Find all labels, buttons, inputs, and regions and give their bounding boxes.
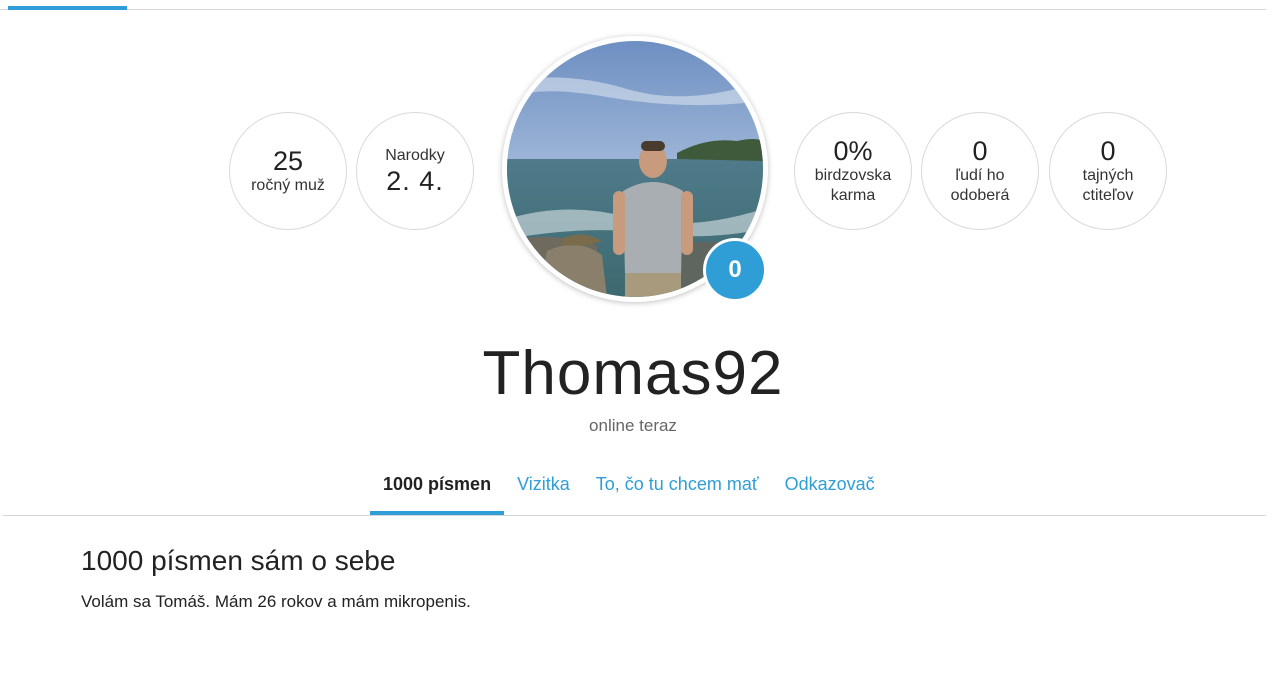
section-title: 1000 písmen sám o sebe — [81, 545, 396, 576]
stat-age-value: 25 — [272, 146, 304, 176]
stat-karma-label: birdzovska karma — [814, 167, 892, 204]
tab-1000-pismen[interactable]: 1000 písmen — [370, 468, 505, 515]
notification-badge[interactable]: 0 — [703, 238, 767, 302]
stat-karma-value: 0% — [833, 136, 873, 166]
profile-username: Thomas92 — [482, 339, 784, 408]
tabs-divider — [3, 515, 1266, 516]
profile-page: 25 ročný muž Narodky 2. 4. 0 0% birdzovs… — [0, 0, 1280, 684]
stat-followers-label: ľudí ho odoberá — [950, 167, 1010, 204]
tab-odkazovac[interactable]: Odkazovač — [772, 468, 888, 515]
top-divider — [0, 9, 1266, 10]
online-status: online teraz — [589, 416, 677, 435]
stat-birthday: Narodky 2. 4. — [356, 112, 474, 230]
stat-followers[interactable]: 0 ľudí ho odoberá — [921, 112, 1039, 230]
tab-to-co-tu-chcem-mat[interactable]: To, čo tu chcem mať — [583, 468, 772, 515]
stat-admirers-value: 0 — [1100, 136, 1116, 166]
stat-followers-value: 0 — [972, 136, 988, 166]
stat-birthday-label: Narodky — [385, 147, 445, 164]
profile-tabs: 1000 písmen Vizitka To, čo tu chcem mať … — [370, 468, 888, 515]
stat-admirers[interactable]: 0 tajných ctiteľov — [1049, 112, 1167, 230]
top-active-indicator — [8, 6, 127, 10]
stat-karma: 0% birdzovska karma — [794, 112, 912, 230]
stat-birthday-value: 2. 4. — [386, 166, 444, 196]
stat-age: 25 ročný muž — [229, 112, 347, 230]
section-text: Volám sa Tomáš. Mám 26 rokov a mám mikro… — [81, 592, 471, 611]
stat-age-label: ročný muž — [251, 177, 325, 194]
tab-vizitka[interactable]: Vizitka — [504, 468, 583, 515]
stat-admirers-label: tajných ctiteľov — [1082, 167, 1134, 204]
